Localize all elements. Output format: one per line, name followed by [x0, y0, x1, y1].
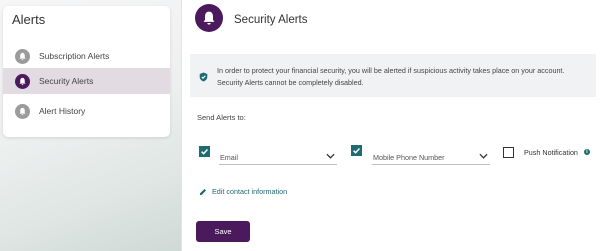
- checkmark-icon: [353, 148, 360, 154]
- bell-icon: [15, 103, 30, 119]
- alerts-nav-card: Alerts Subscription Alerts Security Aler…: [3, 6, 170, 137]
- mobile-phone-select-label: Mobile Phone Number: [373, 153, 445, 162]
- sidebar-item-label: Security Alerts: [39, 76, 94, 86]
- sidebar-divider: [181, 0, 182, 251]
- info-text: In order to protect your financial secur…: [217, 66, 565, 87]
- shield-icon: [199, 69, 208, 82]
- send-alerts-label: Send Alerts to:: [197, 113, 246, 122]
- save-button[interactable]: Save: [196, 221, 250, 242]
- sidebar-item-alert-history[interactable]: Alert History: [3, 98, 170, 124]
- email-checkbox[interactable]: [199, 146, 210, 157]
- push-notification-label: Push Notification: [524, 148, 578, 157]
- push-notification-checkbox[interactable]: [503, 147, 514, 158]
- mobile-phone-checkbox[interactable]: [351, 145, 362, 156]
- pencil-icon: [199, 188, 207, 195]
- security-info-box: In order to protect your financial secur…: [190, 54, 596, 97]
- info-circle-icon[interactable]: i: [584, 149, 590, 155]
- page-title: Security Alerts: [234, 14, 308, 26]
- chevron-down-icon: [479, 153, 488, 159]
- checkmark-icon: [201, 149, 208, 155]
- sidebar-item-subscription-alerts[interactable]: Subscription Alerts: [3, 43, 170, 69]
- edit-contact-link[interactable]: Edit contact information: [199, 187, 287, 196]
- bell-icon: [15, 48, 30, 64]
- chevron-down-icon: [326, 153, 335, 159]
- mobile-phone-select[interactable]: Mobile Phone Number: [372, 145, 490, 165]
- email-select-label: Email: [220, 153, 238, 162]
- bell-icon: [195, 4, 223, 32]
- sidebar-item-label: Subscription Alerts: [39, 51, 110, 61]
- bell-icon: [15, 73, 30, 89]
- edit-contact-label: Edit contact information: [212, 187, 288, 196]
- sidebar-item-label: Alert History: [39, 106, 86, 116]
- sidebar-item-security-alerts[interactable]: Security Alerts: [3, 68, 170, 94]
- email-select[interactable]: Email: [219, 145, 337, 165]
- nav-title: Alerts: [12, 12, 46, 27]
